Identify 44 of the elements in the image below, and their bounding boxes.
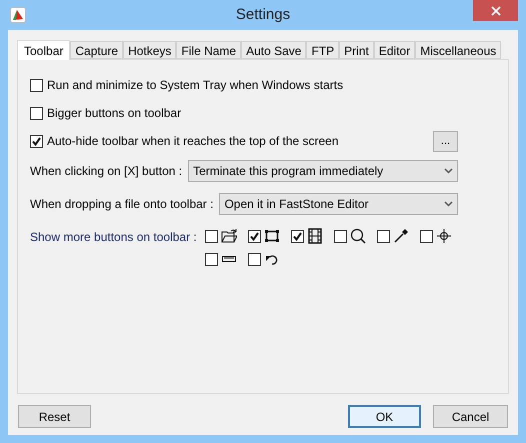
checkbox[interactable]	[30, 78, 43, 92]
checkbox[interactable]	[290, 230, 304, 242]
rectangle-icon	[264, 228, 280, 244]
more-button[interactable]: ...	[433, 130, 458, 152]
close-icon	[490, 6, 500, 16]
tab[interactable]: File Name	[176, 41, 242, 59]
chevron-down-icon	[444, 201, 453, 207]
checkbox-label: Auto-hide toolbar when it reaches the top of the screen	[47, 133, 339, 150]
checkbox-label: Bigger buttons on toolbar	[47, 105, 182, 122]
chevron-down-icon	[444, 168, 453, 174]
reset-button[interactable]: Reset	[18, 405, 91, 428]
window-title: Settings	[236, 4, 290, 25]
app-logo-icon	[10, 7, 26, 23]
checkbox[interactable]	[420, 230, 433, 242]
checkbox[interactable]	[376, 230, 390, 242]
checkbox[interactable]	[30, 106, 43, 120]
checkbox-label: Run and minimize to System Tray when Windows starts	[47, 77, 344, 94]
checkbox[interactable]	[334, 230, 347, 242]
close-button[interactable]	[473, 0, 518, 21]
ok-button[interactable]: OK	[348, 405, 421, 428]
checkbox[interactable]	[204, 252, 218, 266]
tab[interactable]: FTP	[306, 41, 340, 59]
checkbox[interactable]	[204, 230, 218, 242]
checkbox[interactable]	[248, 230, 261, 242]
tab[interactable]: Hotkeys	[123, 41, 176, 59]
folder-icon	[220, 228, 237, 244]
checkbox[interactable]	[248, 252, 261, 266]
option-label: Show more buttons on toolbar :	[30, 229, 197, 246]
magnifier-icon	[350, 228, 366, 244]
tab[interactable]: Auto Save	[241, 41, 306, 59]
tab[interactable]: Capture	[70, 41, 124, 59]
dropdown[interactable]: Terminate this program immediately	[188, 160, 458, 182]
eyedropper-icon	[392, 228, 409, 244]
tab[interactable]: Print	[339, 41, 374, 59]
dropdown-label: When dropping a file onto toolbar :	[30, 196, 214, 213]
tab[interactable]: Miscellaneous	[415, 41, 502, 59]
dropdown[interactable]: Open it in FastStone Editor	[219, 193, 458, 215]
tab[interactable]: Editor	[374, 41, 416, 59]
crosshair-icon	[436, 228, 452, 244]
checkbox[interactable]	[30, 134, 43, 148]
dropdown-label: When clicking on [X] button :	[30, 163, 182, 180]
tab[interactable]: Toolbar	[17, 40, 70, 60]
cancel-button[interactable]: Cancel	[433, 405, 508, 428]
film-icon	[306, 228, 323, 244]
